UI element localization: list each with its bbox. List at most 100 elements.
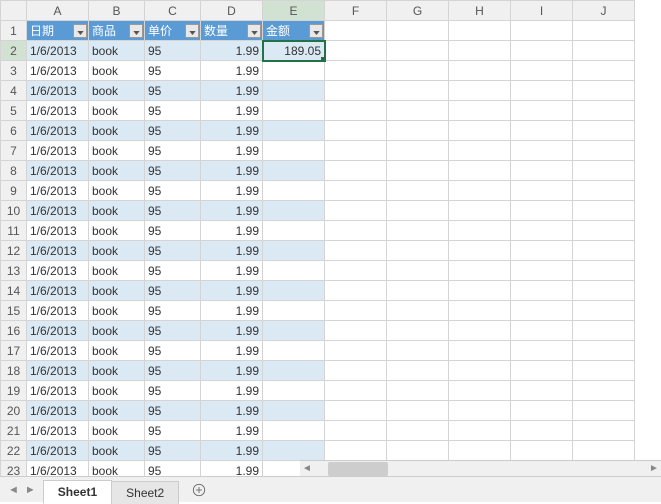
cell[interactable] xyxy=(387,81,449,101)
cell-A6[interactable]: 1/6/2013 xyxy=(27,121,89,141)
cell-A10[interactable]: 1/6/2013 xyxy=(27,201,89,221)
cell[interactable] xyxy=(325,341,387,361)
cell[interactable] xyxy=(573,441,635,461)
cell[interactable] xyxy=(387,241,449,261)
row-header-6[interactable]: 6 xyxy=(1,121,27,141)
tab-nav-next-icon[interactable]: ► xyxy=(25,484,36,496)
cell-E10[interactable] xyxy=(263,201,325,221)
cell[interactable] xyxy=(449,421,511,441)
cell[interactable] xyxy=(573,241,635,261)
cell-D23[interactable]: 1.99 xyxy=(201,461,263,477)
cell-A2[interactable]: 1/6/2013 xyxy=(27,41,89,61)
cell[interactable] xyxy=(511,21,573,41)
cell-D17[interactable]: 1.99 xyxy=(201,341,263,361)
cell-C12[interactable]: 95 xyxy=(145,241,201,261)
cell-A22[interactable]: 1/6/2013 xyxy=(27,441,89,461)
cell[interactable] xyxy=(449,81,511,101)
cell-D15[interactable]: 1.99 xyxy=(201,301,263,321)
cell[interactable] xyxy=(387,221,449,241)
cell-B6[interactable]: book xyxy=(89,121,145,141)
cell-B12[interactable]: book xyxy=(89,241,145,261)
cell-E4[interactable] xyxy=(263,81,325,101)
row-header-23[interactable]: 23 xyxy=(1,461,27,477)
cell[interactable] xyxy=(511,101,573,121)
cell[interactable] xyxy=(387,341,449,361)
cell-D6[interactable]: 1.99 xyxy=(201,121,263,141)
row-header-20[interactable]: 20 xyxy=(1,401,27,421)
cell-A4[interactable]: 1/6/2013 xyxy=(27,81,89,101)
cell-D8[interactable]: 1.99 xyxy=(201,161,263,181)
cell-B19[interactable]: book xyxy=(89,381,145,401)
cell-C15[interactable]: 95 xyxy=(145,301,201,321)
cell[interactable] xyxy=(387,401,449,421)
cell-C18[interactable]: 95 xyxy=(145,361,201,381)
cell-B16[interactable]: book xyxy=(89,321,145,341)
col-header-A[interactable]: A xyxy=(27,1,89,21)
cell[interactable] xyxy=(325,41,387,61)
cell[interactable] xyxy=(387,41,449,61)
cell-D9[interactable]: 1.99 xyxy=(201,181,263,201)
cell[interactable] xyxy=(387,121,449,141)
cell-D19[interactable]: 1.99 xyxy=(201,381,263,401)
cell-A17[interactable]: 1/6/2013 xyxy=(27,341,89,361)
cell[interactable] xyxy=(449,341,511,361)
cell-E17[interactable] xyxy=(263,341,325,361)
row-header-5[interactable]: 5 xyxy=(1,101,27,121)
row-header-22[interactable]: 22 xyxy=(1,441,27,461)
cell-A19[interactable]: 1/6/2013 xyxy=(27,381,89,401)
cell-C13[interactable]: 95 xyxy=(145,261,201,281)
cell[interactable] xyxy=(325,441,387,461)
cell[interactable] xyxy=(449,201,511,221)
cell[interactable] xyxy=(387,21,449,41)
cell[interactable] xyxy=(511,81,573,101)
col-header-B[interactable]: B xyxy=(89,1,145,21)
cell[interactable] xyxy=(573,201,635,221)
col-header-F[interactable]: F xyxy=(325,1,387,21)
cell-E16[interactable] xyxy=(263,321,325,341)
cell-A21[interactable]: 1/6/2013 xyxy=(27,421,89,441)
cell-E3[interactable] xyxy=(263,61,325,81)
col-header-H[interactable]: H xyxy=(449,1,511,21)
cell-E18[interactable] xyxy=(263,361,325,381)
cell-C10[interactable]: 95 xyxy=(145,201,201,221)
cell-B9[interactable]: book xyxy=(89,181,145,201)
row-header-16[interactable]: 16 xyxy=(1,321,27,341)
cell[interactable] xyxy=(511,381,573,401)
cell[interactable] xyxy=(573,21,635,41)
cell-B5[interactable]: book xyxy=(89,101,145,121)
cell[interactable] xyxy=(449,441,511,461)
cell-B14[interactable]: book xyxy=(89,281,145,301)
cell-E22[interactable] xyxy=(263,441,325,461)
cell-B8[interactable]: book xyxy=(89,161,145,181)
cell-A23[interactable]: 1/6/2013 xyxy=(27,461,89,477)
horizontal-scrollbar[interactable]: ◄ ► xyxy=(300,460,661,476)
cell-D7[interactable]: 1.99 xyxy=(201,141,263,161)
cell[interactable] xyxy=(449,141,511,161)
cell-C14[interactable]: 95 xyxy=(145,281,201,301)
cell-A12[interactable]: 1/6/2013 xyxy=(27,241,89,261)
cell[interactable] xyxy=(449,361,511,381)
cell-E20[interactable] xyxy=(263,401,325,421)
scroll-thumb[interactable] xyxy=(328,462,388,476)
cell[interactable] xyxy=(325,381,387,401)
cell[interactable] xyxy=(449,301,511,321)
cell-C6[interactable]: 95 xyxy=(145,121,201,141)
cell[interactable] xyxy=(325,101,387,121)
cell[interactable] xyxy=(511,421,573,441)
cell[interactable] xyxy=(573,141,635,161)
filter-button-C[interactable] xyxy=(185,24,199,38)
cell-A5[interactable]: 1/6/2013 xyxy=(27,101,89,121)
col-header-E[interactable]: E xyxy=(263,1,325,21)
cell[interactable] xyxy=(573,101,635,121)
cell[interactable] xyxy=(511,141,573,161)
cell-C11[interactable]: 95 xyxy=(145,221,201,241)
cell-E19[interactable] xyxy=(263,381,325,401)
row-header-21[interactable]: 21 xyxy=(1,421,27,441)
cell[interactable] xyxy=(387,181,449,201)
cell-B13[interactable]: book xyxy=(89,261,145,281)
cell[interactable] xyxy=(387,361,449,381)
cell[interactable] xyxy=(511,281,573,301)
cell[interactable] xyxy=(511,301,573,321)
cell[interactable] xyxy=(511,221,573,241)
col-header-G[interactable]: G xyxy=(387,1,449,21)
